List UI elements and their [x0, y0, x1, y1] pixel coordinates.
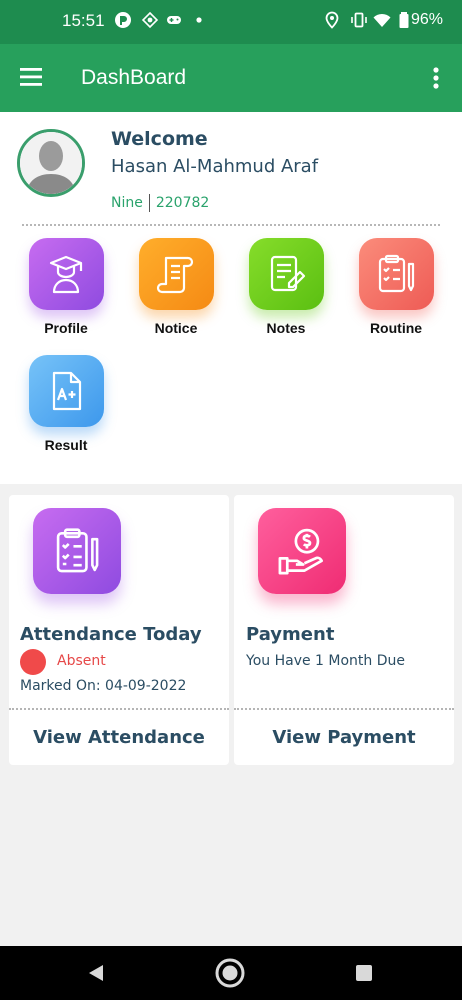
wifi-icon [373, 13, 391, 27]
payment-hand-coin-icon [258, 508, 346, 594]
view-payment-button[interactable]: View Payment [234, 727, 454, 748]
payment-card: Payment You Have 1 Month Due View Paymen… [234, 495, 454, 765]
chess-icon [141, 11, 159, 29]
status-time: 15:51 [62, 11, 105, 30]
clipboard-icon [358, 238, 434, 310]
separator [148, 194, 150, 212]
class-id-line: Nine 220782 [111, 194, 209, 212]
tile-notice[interactable]: Notice [121, 238, 231, 336]
class-label: Nine [111, 195, 143, 211]
graduate-icon [28, 238, 104, 310]
absent-status-dot [20, 649, 46, 675]
tile-label: Notes [266, 320, 306, 336]
payment-title: Payment [246, 624, 335, 645]
welcome-heading: Welcome [111, 128, 208, 150]
avatar[interactable] [17, 129, 85, 197]
dot-icon [196, 17, 202, 23]
status-bar: 15:51 96% [0, 0, 462, 44]
divider [234, 708, 454, 710]
tile-profile[interactable]: Profile [11, 238, 121, 336]
scroll-icon [138, 238, 214, 310]
recents-square-icon[interactable] [348, 957, 380, 989]
tile-label: Profile [44, 320, 88, 336]
gamepad-icon [167, 16, 181, 24]
back-triangle-icon[interactable] [80, 957, 112, 989]
tile-notes[interactable]: Notes [231, 238, 341, 336]
home-circle-icon[interactable] [214, 957, 246, 989]
app-bar: DashBoard [0, 44, 462, 112]
tile-label: Result [44, 437, 88, 453]
hamburger-menu-icon[interactable] [14, 62, 48, 92]
grade-file-icon [28, 355, 104, 427]
location-icon [325, 11, 339, 29]
attendance-clipboard-icon [33, 508, 121, 594]
notes-edit-icon [248, 238, 324, 310]
vibrate-icon [351, 12, 367, 28]
tile-routine[interactable]: Routine [341, 238, 451, 336]
view-attendance-button[interactable]: View Attendance [9, 727, 229, 748]
student-name: Hasan Al-Mahmud Araf [111, 156, 319, 177]
payment-due-text: You Have 1 Month Due [246, 653, 405, 669]
user-silhouette-icon [20, 132, 82, 194]
divider [9, 708, 229, 710]
attendance-status: Absent [57, 653, 106, 669]
attendance-card: Attendance Today View Attendance [9, 495, 229, 765]
more-vert-icon[interactable] [424, 62, 448, 94]
tile-label: Routine [369, 320, 423, 336]
battery-percent: 96% [411, 11, 444, 28]
pocket-icon [115, 12, 131, 28]
divider [22, 224, 440, 226]
student-id: 220782 [155, 195, 210, 211]
attendance-title: Attendance Today [20, 624, 202, 645]
attendance-marked-on: Marked On: 04-09-2022 [20, 678, 187, 694]
page-title: DashBoard [81, 66, 187, 89]
tile-label: Notice [154, 320, 198, 336]
tile-result[interactable]: Result [11, 355, 121, 453]
system-nav-bar [0, 946, 462, 1000]
